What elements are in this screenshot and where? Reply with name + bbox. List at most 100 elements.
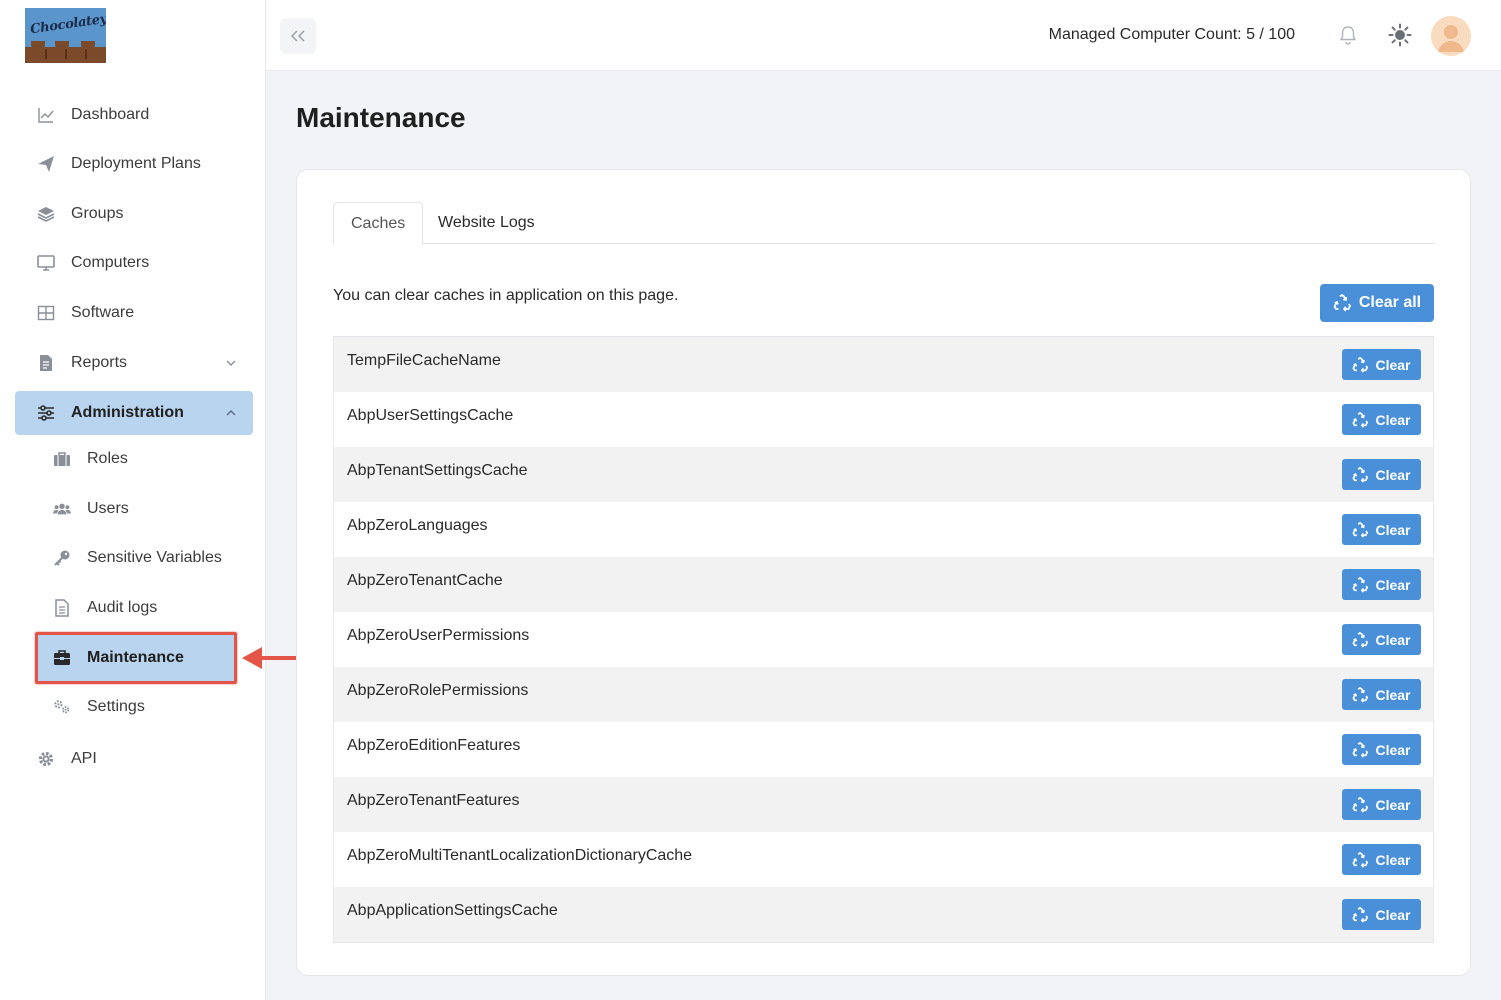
monitor-icon [37, 254, 55, 272]
clear-cache-button[interactable]: Clear [1342, 679, 1421, 710]
sidebar-item-label: Deployment Plans [71, 155, 201, 172]
briefcase-icon [53, 450, 71, 468]
sidebar-item-deployment-plans[interactable]: Deployment Plans [15, 142, 253, 186]
recycle-icon [1352, 466, 1369, 483]
recycle-icon [1352, 906, 1369, 923]
chevron-up-icon [225, 407, 237, 419]
sidebar-item-label: Groups [71, 205, 124, 222]
recycle-icon [1352, 741, 1369, 758]
clear-all-label: Clear all [1358, 294, 1422, 311]
clear-cache-button[interactable]: Clear [1342, 734, 1421, 765]
sidebar-item-label: Settings [87, 698, 145, 715]
cache-row: AbpApplicationSettingsCache Clear [333, 887, 1434, 942]
cache-name: AbpZeroRolePermissions [347, 682, 529, 699]
chart-line-icon [37, 106, 55, 124]
recycle-icon [1352, 521, 1369, 538]
sidebar-item-label: Administration [71, 404, 184, 421]
cache-name: AbpTenantSettingsCache [347, 462, 528, 479]
clear-label: Clear [1375, 796, 1411, 813]
sidebar: Chocolatey Dashboard Deployment Plans Gr… [0, 0, 266, 1000]
cache-name: AbpZeroTenantCache [347, 572, 503, 589]
cache-row: AbpZeroTenantCache Clear [333, 557, 1434, 612]
sidebar-subitem-settings[interactable]: Settings [31, 685, 253, 729]
clear-label: Clear [1375, 411, 1411, 428]
clear-cache-button[interactable]: Clear [1342, 899, 1421, 930]
collapse-sidebar-button[interactable] [280, 18, 316, 54]
avatar[interactable] [1431, 16, 1471, 56]
sidebar-item-dashboard[interactable]: Dashboard [15, 93, 253, 137]
clear-cache-button[interactable]: Clear [1342, 404, 1421, 435]
sidebar-item-label: Maintenance [87, 649, 184, 666]
recycle-icon [1352, 576, 1369, 593]
recycle-icon [1352, 411, 1369, 428]
clear-label: Clear [1375, 631, 1411, 648]
sidebar-item-groups[interactable]: Groups [15, 192, 253, 236]
layers-icon [37, 205, 55, 223]
clear-label: Clear [1375, 521, 1411, 538]
sidebar-item-label: Audit logs [87, 599, 158, 616]
report-icon [37, 354, 55, 372]
sidebar-item-computers[interactable]: Computers [15, 241, 253, 285]
logo-bar-line [85, 49, 87, 59]
logo-bar-line [65, 49, 67, 59]
grid-icon [37, 304, 55, 322]
clear-label: Clear [1375, 741, 1411, 758]
cache-name: AbpZeroTenantFeatures [347, 792, 520, 809]
recycle-icon [1333, 294, 1351, 312]
clear-all-button[interactable]: Clear all [1320, 284, 1434, 322]
clear-cache-button[interactable]: Clear [1342, 844, 1421, 875]
sidebar-item-software[interactable]: Software [15, 291, 253, 335]
key-icon [53, 549, 71, 567]
cogs-icon [53, 698, 71, 716]
sidebar-item-api[interactable]: API [15, 737, 253, 781]
sidebar-subitem-audit-logs[interactable]: Audit logs [31, 586, 253, 630]
recycle-icon [1352, 356, 1369, 373]
clear-cache-button[interactable]: Clear [1342, 569, 1421, 600]
clear-cache-button[interactable]: Clear [1342, 789, 1421, 820]
clear-label: Clear [1375, 906, 1411, 923]
sidebar-subitem-maintenance[interactable]: Maintenance [35, 632, 237, 684]
clear-label: Clear [1375, 466, 1411, 483]
sidebar-subitem-sensitive-variables[interactable]: Sensitive Variables [31, 536, 253, 580]
recycle-icon [1352, 851, 1369, 868]
clear-label: Clear [1375, 576, 1411, 593]
sidebar-item-reports[interactable]: Reports [15, 341, 253, 385]
sidebar-item-administration[interactable]: Administration [15, 391, 253, 435]
page-title: Maintenance [296, 102, 466, 133]
sun-icon[interactable] [1387, 22, 1413, 48]
managed-computer-count: Managed Computer Count: 5 / 100 [1048, 26, 1295, 43]
cache-row: AbpZeroMultiTenantLocalizationDictionary… [333, 832, 1434, 887]
clear-cache-button[interactable]: Clear [1342, 624, 1421, 655]
tab-caches[interactable]: Caches [333, 202, 424, 245]
topbar: Managed Computer Count: 5 / 100 [266, 0, 1501, 71]
clear-label: Clear [1375, 851, 1411, 868]
clear-label: Clear [1375, 686, 1411, 703]
logo-bar-line [45, 49, 47, 59]
cache-name: TempFileCacheName [347, 352, 501, 369]
sidebar-item-label: Users [87, 500, 129, 517]
chevron-down-icon [225, 357, 237, 369]
tab-website-logs[interactable]: Website Logs [421, 202, 552, 244]
maintenance-card: Caches Website Logs You can clear caches… [296, 169, 1471, 976]
cache-list: TempFileCacheName Clear AbpUserSettingsC… [333, 336, 1434, 943]
cache-row: AbpUserSettingsCache Clear [333, 392, 1434, 447]
sidebar-item-label: Dashboard [71, 106, 150, 123]
tab-bar: Caches Website Logs [333, 202, 1435, 245]
cache-name: AbpZeroEditionFeatures [347, 737, 521, 754]
clear-cache-button[interactable]: Clear [1342, 349, 1421, 380]
cache-row: TempFileCacheName Clear [333, 337, 1434, 392]
sidebar-subitem-roles[interactable]: Roles [31, 437, 253, 481]
double-chevron-left-icon [291, 30, 305, 42]
recycle-icon [1352, 686, 1369, 703]
bell-icon[interactable] [1335, 22, 1361, 48]
paper-plane-icon [37, 155, 55, 173]
clear-cache-button[interactable]: Clear [1342, 459, 1421, 490]
cache-row: AbpZeroLanguages Clear [333, 502, 1434, 557]
sidebar-item-label: Roles [87, 450, 128, 467]
sidebar-subitem-users[interactable]: Users [31, 487, 253, 531]
clear-cache-button[interactable]: Clear [1342, 514, 1421, 545]
cache-name: AbpZeroUserPermissions [347, 627, 530, 644]
chocolatey-logo[interactable]: Chocolatey [25, 8, 106, 63]
toolbox-icon [53, 649, 71, 667]
sidebar-item-label: Computers [71, 254, 150, 271]
